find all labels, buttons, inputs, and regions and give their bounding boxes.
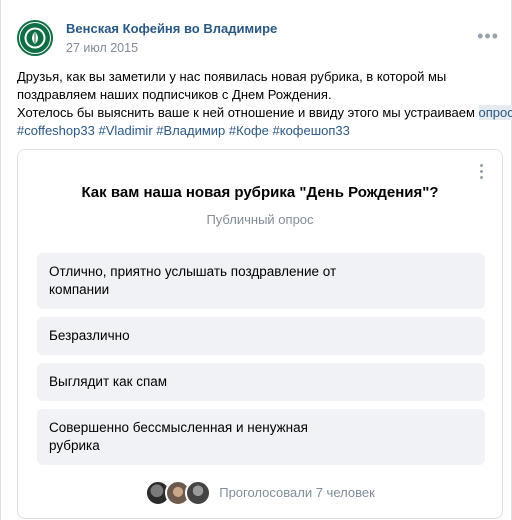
poll-option[interactable]: Безразлично xyxy=(37,317,485,355)
post-text-segment: Хотелось бы выяснить ваше к ней отношени… xyxy=(17,105,479,120)
more-vertical-icon[interactable] xyxy=(478,162,484,180)
post-text-line: Хотелось бы выяснить ваше к ней отношени… xyxy=(17,104,512,122)
hashtag-link[interactable]: #Vladimir xyxy=(98,123,152,138)
wall-post: Венская Кофейня во Владимире 27 июл 2015… xyxy=(0,0,512,520)
post-header: Венская Кофейня во Владимире 27 июл 2015 xyxy=(17,20,277,56)
author-name[interactable]: Венская Кофейня во Владимире xyxy=(66,21,277,37)
poll-question: Как вам наша новая рубрика "День Рождени… xyxy=(81,184,439,201)
hashtag-link[interactable]: #Кофе xyxy=(229,123,269,138)
poll-option-label: рубрика xyxy=(49,438,100,453)
poll-option-label: Выглядит как спам xyxy=(49,374,168,389)
post-date[interactable]: 27 июл 2015 xyxy=(66,40,277,56)
poll-option-label: Отлично, приятно услышать поздравление о… xyxy=(49,264,337,279)
more-horizontal-icon[interactable]: ••• xyxy=(477,27,499,45)
poll-option-label: Безразлично xyxy=(49,328,130,343)
poll-type: Публичный опрос xyxy=(206,212,314,227)
poll-options: Отлично, приятно услышать поздравление о… xyxy=(37,253,485,473)
logo-icon xyxy=(20,23,50,53)
author-block: Венская Кофейня во Владимире 27 июл 2015 xyxy=(66,21,277,56)
hashtag-link[interactable]: #Владимир xyxy=(156,123,225,138)
voter-avatar xyxy=(185,480,212,506)
poll-option-label: Совершенно бессмысленная и ненужная xyxy=(49,420,308,435)
poll-link[interactable]: опрос xyxy=(478,105,512,120)
poll-option[interactable]: Выглядит как спам xyxy=(37,363,485,401)
poll-voters[interactable]: Проголосовали 7 человек xyxy=(18,480,502,506)
hashtag-link[interactable]: #coffeshop33 xyxy=(17,123,95,138)
hashtags: #coffeshop33 #Vladimir #Владимир #Кофе #… xyxy=(17,122,507,140)
poll-card: Как вам наша новая рубрика "День Рождени… xyxy=(17,149,503,519)
voter-avatars xyxy=(145,480,212,506)
community-avatar[interactable] xyxy=(17,20,53,56)
hashtag-link[interactable]: #кофешоп33 xyxy=(273,123,350,138)
poll-option[interactable]: Отлично, приятно услышать поздравление о… xyxy=(37,253,485,309)
post-text: Друзья, как вы заметили у нас появилась … xyxy=(17,68,512,140)
voters-count: Проголосовали 7 человек xyxy=(219,485,375,500)
poll-option-label: компании xyxy=(49,282,110,297)
poll-option[interactable]: Совершенно бессмысленная и ненужная рубр… xyxy=(37,409,485,465)
post-text-line: Друзья, как вы заметили у нас появилась … xyxy=(17,69,447,84)
post-text-line: поздравляем наших подписчиков с Днем Рож… xyxy=(17,87,332,102)
